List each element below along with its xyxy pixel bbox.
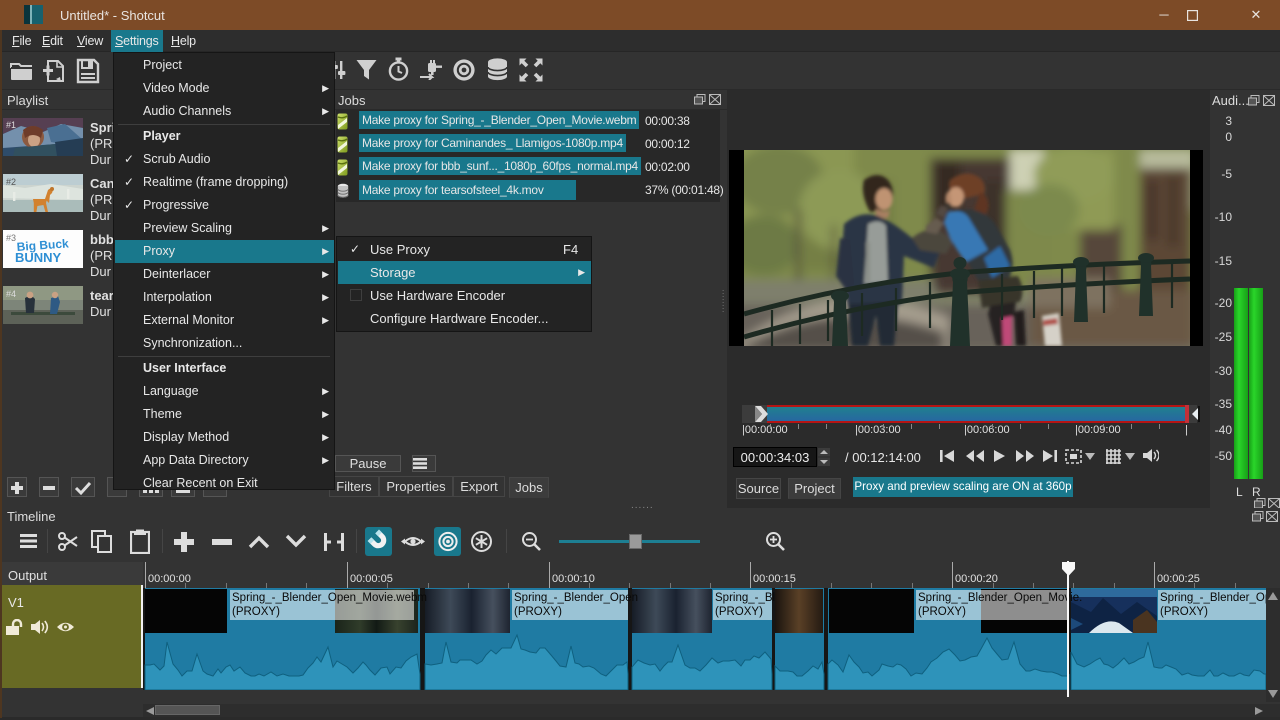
svg-text:Spring_-_Blender_Open_Movie.we: Spring_-_Blender_Open_Movie.webm (232, 592, 427, 604)
svg-text:#3: #3 (6, 233, 16, 243)
svg-text:(PROXY): (PROXY) (1160, 606, 1208, 618)
svg-text:Spring_-_Blender_Open: Spring_-_Blender_Open (514, 592, 638, 604)
svg-text:BUNNY: BUNNY (15, 250, 62, 265)
svg-text:(PROXY): (PROXY) (514, 606, 562, 618)
svg-text:#4: #4 (6, 289, 16, 299)
svg-text:(PROXY): (PROXY) (232, 606, 280, 618)
svg-text:(PROXY): (PROXY) (918, 606, 966, 618)
svg-text:#1: #1 (6, 120, 16, 130)
svg-text:(PROXY): (PROXY) (715, 606, 763, 618)
svg-text:Spring_-_Blender_Op: Spring_-_Blender_Op (1160, 592, 1266, 604)
svg-text:Spring_-_Blender_Open_Movie.: Spring_-_Blender_Open_Movie. (918, 592, 1082, 604)
svg-text:Spring_-_Bl: Spring_-_Bl (715, 592, 775, 604)
svg-text:#2: #2 (6, 177, 16, 187)
